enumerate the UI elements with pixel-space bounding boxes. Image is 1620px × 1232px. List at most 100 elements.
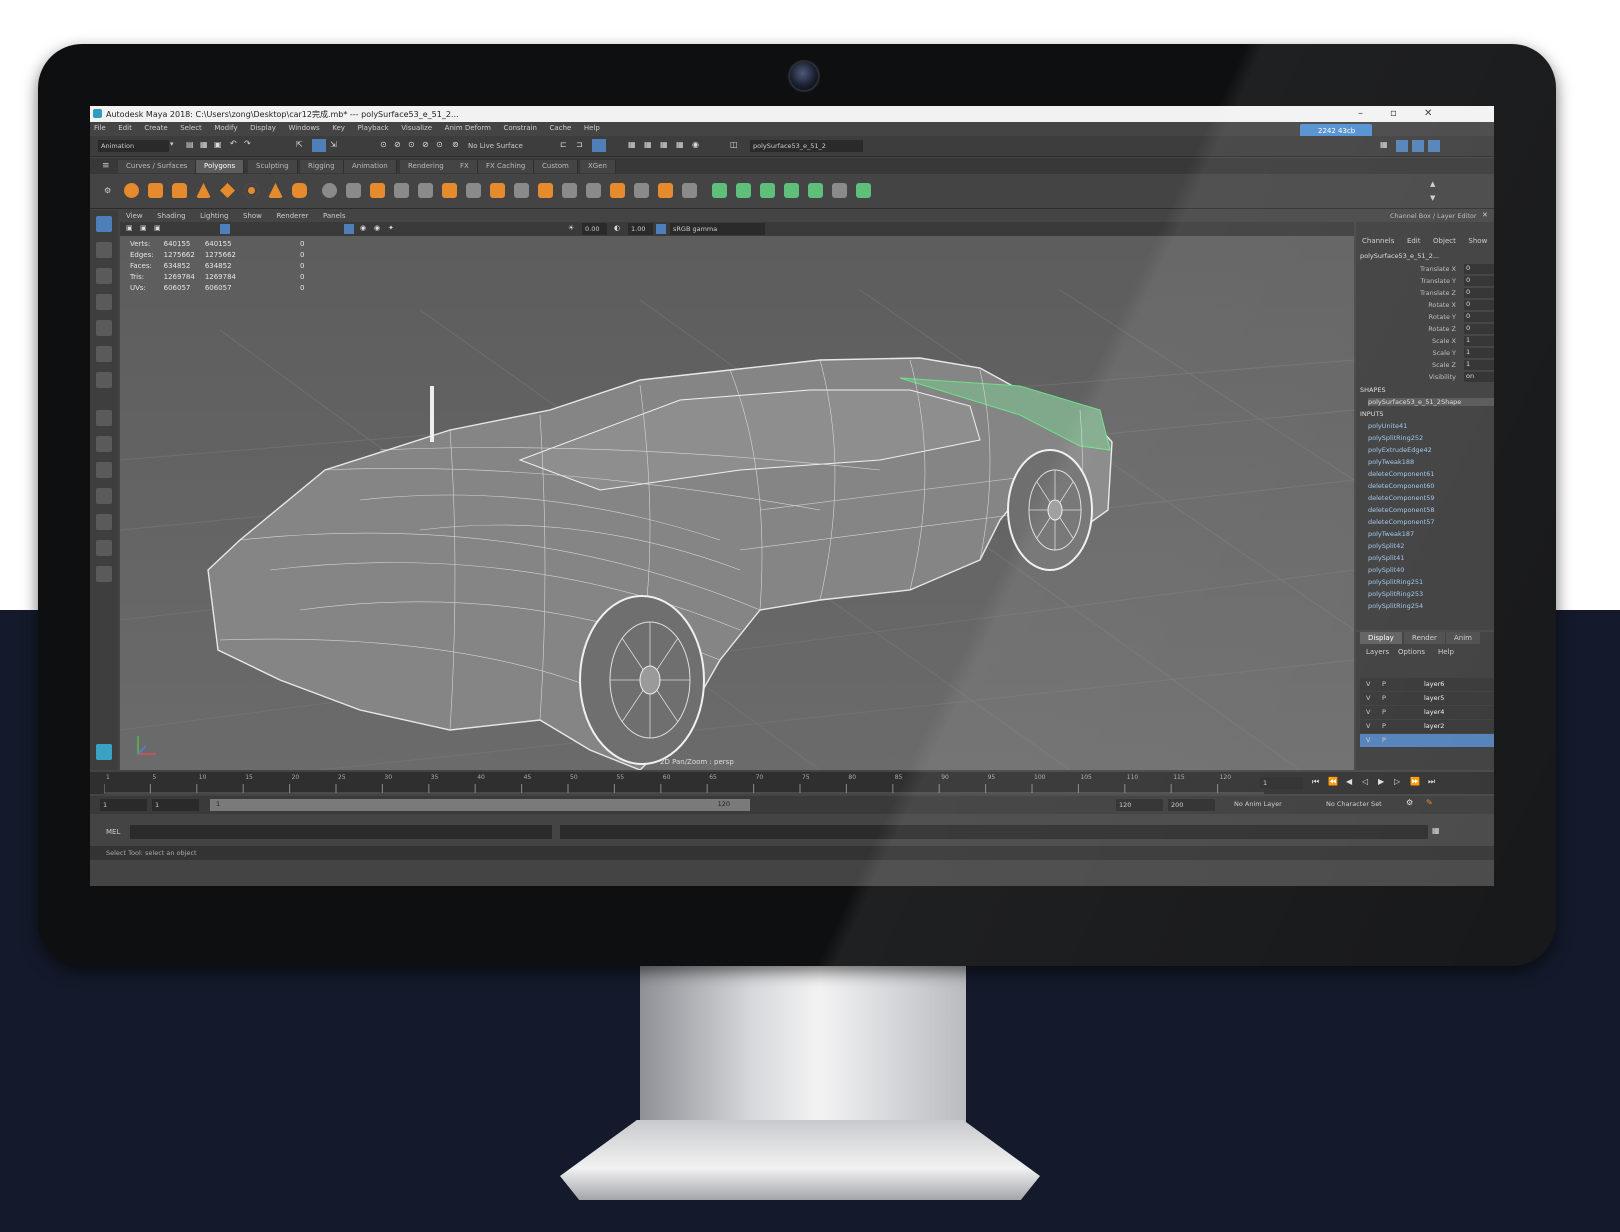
command-input[interactable]: [130, 825, 552, 839]
magnet-icon[interactable]: ⊚: [452, 140, 459, 149]
side-by-side-icon[interactable]: [96, 462, 112, 478]
new-scene-icon[interactable]: ▤: [186, 140, 194, 149]
texture-toggle-icon[interactable]: ◉: [374, 224, 380, 232]
step-forward-frame-icon[interactable]: ▷: [1394, 777, 1400, 786]
undo-icon[interactable]: ↶: [230, 139, 237, 148]
layer-tab-display[interactable]: Display: [1360, 632, 1402, 644]
persp-outliner-icon[interactable]: [96, 488, 112, 504]
time-slider[interactable]: 1 5 10 15 20 25 30 35 40 45 50 55 60 65 70 75 80 85 90 95 10…: [90, 772, 1494, 794]
tab-curves-surfaces[interactable]: Curves / Surfaces: [118, 160, 197, 173]
select-hierarchy-icon[interactable]: ⇱: [296, 140, 303, 149]
input-output-icon[interactable]: ⊏: [560, 140, 567, 149]
construction-history-icon[interactable]: ⊐: [576, 140, 583, 149]
tab-rendering[interactable]: Rendering: [400, 160, 453, 173]
extrude-icon[interactable]: [370, 183, 385, 198]
live-surface-label[interactable]: No Live Surface: [468, 142, 523, 150]
history-node[interactable]: polyUnite41: [1368, 422, 1407, 430]
layer-menu-layers[interactable]: Layers: [1366, 648, 1389, 656]
layout-double-icon[interactable]: [1412, 140, 1424, 152]
four-view-icon[interactable]: [96, 436, 112, 452]
separate-icon[interactable]: [346, 183, 361, 198]
layer-row[interactable]: V Player4: [1360, 706, 1494, 719]
combine-icon[interactable]: [322, 183, 337, 198]
channel-translate-x[interactable]: Translate X0: [1356, 264, 1494, 275]
history-node[interactable]: polySplitRing254: [1368, 602, 1423, 610]
history-node[interactable]: polyExtrudeEdge42: [1368, 446, 1432, 454]
render-settings-icon[interactable]: [592, 139, 606, 152]
layout-quad-icon[interactable]: [1428, 140, 1440, 152]
maximize-icon[interactable]: ▫: [1390, 108, 1397, 119]
scale-tool-icon[interactable]: [96, 346, 112, 362]
menu-visualize[interactable]: Visualize: [401, 124, 432, 132]
shelf-scroll-down-icon[interactable]: ▼: [1430, 194, 1435, 202]
open-scene-icon[interactable]: ▦: [200, 140, 208, 149]
menu-create[interactable]: Create: [144, 124, 167, 132]
tab-polygons[interactable]: Polygons: [196, 160, 245, 173]
layer-row[interactable]: V Player6: [1360, 678, 1494, 691]
viewport-menu-shading[interactable]: Shading: [157, 212, 185, 220]
bridge-icon[interactable]: [394, 183, 409, 198]
channel-translate-y[interactable]: Translate Y0: [1356, 276, 1494, 287]
outliner-layout-icon[interactable]: [96, 566, 112, 582]
history-node[interactable]: polyTweak188: [1368, 458, 1414, 466]
move-tool-icon[interactable]: [96, 294, 112, 310]
ipr-render-icon[interactable]: ▦: [644, 140, 652, 149]
paint-select-tool-icon[interactable]: [96, 268, 112, 284]
history-node[interactable]: polySplitRing252: [1368, 434, 1423, 442]
perspective-viewport[interactable]: View Shading Lighting Show Renderer Pane…: [120, 210, 1354, 770]
channel-visibility[interactable]: Visibility on: [1356, 372, 1494, 383]
history-node[interactable]: polySplitRing251: [1368, 578, 1423, 586]
tab-animation[interactable]: Animation: [344, 160, 397, 173]
snap-curve-icon[interactable]: ⊘: [394, 140, 401, 149]
layer-row[interactable]: V Player2: [1360, 720, 1494, 733]
poly-cylinder-icon[interactable]: [172, 183, 187, 198]
lasso-tool-icon[interactable]: [96, 242, 112, 258]
history-node[interactable]: polySplit42: [1368, 542, 1404, 550]
tab-fx-caching[interactable]: FX Caching: [478, 160, 535, 173]
viewport-menu-lighting[interactable]: Lighting: [200, 212, 228, 220]
tab-fx[interactable]: FX: [452, 160, 478, 173]
gamma-field[interactable]: 1.00: [628, 223, 653, 235]
step-back-frame-icon[interactable]: ◀: [1346, 777, 1352, 786]
poly-cube-icon[interactable]: [148, 183, 163, 198]
channel-rotate-x[interactable]: Rotate X0: [1356, 300, 1494, 311]
anim-end-field[interactable]: 200: [1168, 799, 1215, 811]
layout-single-icon[interactable]: [1396, 140, 1408, 152]
go-to-end-icon[interactable]: ⏭: [1428, 777, 1435, 787]
exposure-icon[interactable]: ☀: [568, 224, 574, 232]
poly-pipe-icon[interactable]: [292, 183, 307, 198]
insert-edge-loop-icon[interactable]: [562, 183, 577, 198]
layer-row[interactable]: V Player5: [1360, 692, 1494, 705]
poly-torus-icon[interactable]: [244, 183, 259, 198]
persp-graph-icon[interactable]: [96, 514, 112, 530]
anim-layer-select[interactable]: No Anim Layer: [1234, 800, 1282, 808]
render-frame-icon[interactable]: ▦: [628, 140, 636, 149]
multi-cut-icon[interactable]: [466, 183, 481, 198]
select-object-icon[interactable]: [312, 139, 326, 152]
gamma-icon[interactable]: ◐: [614, 224, 620, 232]
history-node[interactable]: deleteComponent60: [1368, 482, 1435, 490]
menu-anim-deform[interactable]: Anim Deform: [445, 124, 491, 132]
lights-toggle-icon[interactable]: ✦: [388, 224, 394, 232]
smooth-shade-icon[interactable]: ◉: [360, 224, 366, 232]
tab-rigging[interactable]: Rigging: [300, 160, 344, 173]
tab-custom[interactable]: Custom: [534, 160, 578, 173]
mirror-icon[interactable]: [610, 183, 625, 198]
poly-plane-icon[interactable]: [220, 183, 235, 198]
render-globe-icon[interactable]: ◉: [692, 140, 699, 149]
channel-rotate-y[interactable]: Rotate Y0: [1356, 312, 1494, 323]
shelf-scroll-up-icon[interactable]: ▲: [1430, 180, 1435, 188]
viewport-menu-view[interactable]: View: [126, 212, 143, 220]
history-node[interactable]: polyTweak187: [1368, 530, 1414, 538]
menu-help[interactable]: Help: [584, 124, 600, 132]
layer-menu-options[interactable]: Options: [1398, 648, 1425, 656]
triangulate-icon[interactable]: [682, 183, 697, 198]
cb-menu-channels[interactable]: Channels: [1362, 237, 1394, 245]
redo-icon[interactable]: ↷: [244, 139, 251, 148]
shape-name[interactable]: polySurface53_e_51_2Shape: [1368, 398, 1494, 406]
menu-file[interactable]: File: [94, 124, 106, 132]
offset-edge-loop-icon[interactable]: [586, 183, 601, 198]
checker-icon[interactable]: [832, 183, 847, 198]
grid-toggle-icon[interactable]: [220, 224, 230, 234]
layer-row-selected[interactable]: VP: [1360, 734, 1494, 747]
